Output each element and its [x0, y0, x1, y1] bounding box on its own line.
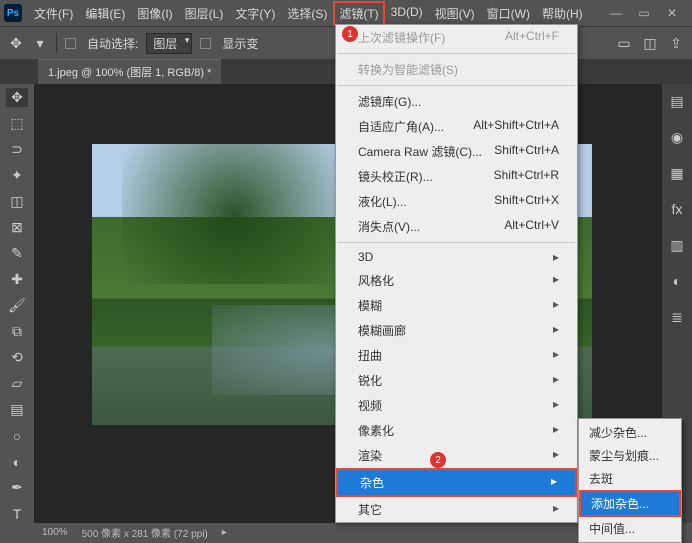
menu-divider [338, 242, 575, 243]
titlebar: Ps 文件(F) 编辑(E) 图像(I) 图层(L) 文字(Y) 选择(S) 滤… [0, 0, 692, 26]
menu-liquify[interactable]: 液化(L)...Shift+Ctrl+X [336, 189, 577, 214]
libraries-icon[interactable]: ▥ [666, 234, 688, 256]
type-tool[interactable]: T [6, 504, 28, 523]
menu-noise-sub[interactable]: 杂色 [338, 470, 575, 495]
brush-tool[interactable]: 🖌 [6, 296, 28, 315]
status-chevron-icon[interactable]: ▸ [222, 527, 227, 538]
layers-icon[interactable]: ≣ [666, 306, 688, 328]
menu-window[interactable]: 窗口(W) [481, 1, 536, 26]
submenu-median[interactable]: 中间值... [579, 517, 681, 540]
annotation-badge-2: 2 [430, 452, 446, 468]
gradient-tool[interactable]: ▤ [6, 400, 28, 419]
dodge-tool[interactable]: ◐ [6, 452, 28, 471]
mode-icon[interactable]: ◫ [642, 35, 658, 51]
doc-dimensions: 500 像素 x 281 像素 (72 ppi) [82, 525, 208, 540]
show-transform-checkbox[interactable] [200, 38, 211, 49]
menu-last-filter: 上次滤镜操作(F)Alt+Ctrl+F [336, 25, 577, 50]
heal-tool[interactable]: ✚ [6, 270, 28, 289]
noise-submenu: 减少杂色... 蒙尘与划痕... 去斑 添加杂色... 中间值... [578, 418, 682, 543]
menu-smart-filter: 转换为智能滤镜(S) [336, 57, 577, 82]
menu-lens-correction[interactable]: 镜头校正(R)...Shift+Ctrl+R [336, 164, 577, 189]
menu-view[interactable]: 视图(V) [429, 1, 481, 26]
auto-select-label: 自动选择: [87, 35, 138, 52]
auto-select-checkbox[interactable] [65, 38, 76, 49]
menu-other-sub[interactable]: 其它 [336, 497, 577, 522]
panel-icon[interactable]: ▤ [666, 90, 688, 112]
submenu-dust-scratches[interactable]: 蒙尘与划痕... [579, 444, 681, 467]
stamp-tool[interactable]: ⧉ [6, 322, 28, 341]
menu-filter[interactable]: 滤镜(T) [333, 1, 384, 26]
highlight-box-noise: 杂色 [336, 468, 577, 497]
crop-tool[interactable]: ◫ [6, 192, 28, 211]
menu-divider [338, 85, 575, 86]
move-tool-icon: ✥ [8, 35, 24, 51]
marquee-tool[interactable]: ⬚ [6, 114, 28, 133]
maximize-button[interactable]: ▭ [638, 6, 650, 20]
menu-distort-sub[interactable]: 扭曲 [336, 343, 577, 368]
zoom-level[interactable]: 100% [42, 527, 68, 538]
menu-video-sub[interactable]: 视频 [336, 393, 577, 418]
menu-camera-raw[interactable]: Camera Raw 滤镜(C)...Shift+Ctrl+A [336, 139, 577, 164]
layer-dropdown[interactable]: 图层 [146, 33, 192, 54]
submenu-reduce-noise[interactable]: 减少杂色... [579, 421, 681, 444]
share-icon[interactable]: ⇪ [668, 35, 684, 51]
filter-menu-popup: 上次滤镜操作(F)Alt+Ctrl+F 转换为智能滤镜(S) 滤镜库(G)...… [335, 24, 578, 523]
divider [56, 33, 57, 53]
menu-vanishing-point[interactable]: 消失点(V)...Alt+Ctrl+V [336, 214, 577, 239]
menu-divider [338, 53, 575, 54]
lasso-tool[interactable]: ⊃ [6, 140, 28, 159]
swatches-icon[interactable]: ▦ [666, 162, 688, 184]
pen-tool[interactable]: ✒ [6, 478, 28, 497]
quick-select-tool[interactable]: ✦ [6, 166, 28, 185]
menu-blur-gallery-sub[interactable]: 模糊画廊 [336, 318, 577, 343]
menu-blur-sub[interactable]: 模糊 [336, 293, 577, 318]
menu-edit[interactable]: 编辑(E) [79, 1, 131, 26]
eraser-tool[interactable]: ▱ [6, 374, 28, 393]
window-controls: — ▭ ✕ [610, 6, 688, 20]
menu-file[interactable]: 文件(F) [28, 1, 79, 26]
history-brush-tool[interactable]: ⟲ [6, 348, 28, 367]
annotation-badge-1: 1 [342, 26, 358, 42]
document-tab[interactable]: 1.jpeg @ 100% (图层 1, RGB/8) * [38, 59, 221, 84]
align-icon[interactable]: ▭ [616, 35, 632, 51]
color-icon[interactable]: ◉ [666, 126, 688, 148]
adjustments-icon[interactable]: ◐ [666, 270, 688, 292]
dropdown-icon[interactable]: ▾ [32, 35, 48, 51]
menu-pixelate-sub[interactable]: 像素化 [336, 418, 577, 443]
menu-sharpen-sub[interactable]: 锐化 [336, 368, 577, 393]
highlight-box-add-noise: 添加杂色... [579, 490, 681, 517]
menu-adaptive-wide[interactable]: 自适应广角(A)...Alt+Shift+Ctrl+A [336, 114, 577, 139]
options-right: ▭ ◫ ⇪ [616, 35, 684, 51]
app-logo: Ps [4, 4, 22, 22]
frame-tool[interactable]: ⊠ [6, 218, 28, 237]
menu-3d-sub[interactable]: 3D [336, 246, 577, 268]
show-transform-label: 显示变 [222, 35, 258, 52]
menu-filter-gallery[interactable]: 滤镜库(G)... [336, 89, 577, 114]
tools-panel: ✥ ⬚ ⊃ ✦ ◫ ⊠ ✎ ✚ 🖌 ⧉ ⟲ ▱ ▤ ○ ◐ ✒ T [0, 84, 34, 523]
fx-icon[interactable]: fx [666, 198, 688, 220]
menu-help[interactable]: 帮助(H) [536, 1, 589, 26]
move-tool[interactable]: ✥ [6, 88, 28, 107]
menu-type[interactable]: 文字(Y) [229, 1, 281, 26]
menubar: 文件(F) 编辑(E) 图像(I) 图层(L) 文字(Y) 选择(S) 滤镜(T… [28, 1, 589, 26]
blur-tool[interactable]: ○ [6, 426, 28, 445]
close-button[interactable]: ✕ [666, 6, 678, 20]
submenu-add-noise[interactable]: 添加杂色... [581, 492, 679, 515]
status-bar: 100% 500 像素 x 281 像素 (72 ppi) ▸ [34, 523, 662, 541]
menu-layer[interactable]: 图层(L) [179, 1, 230, 26]
menu-select[interactable]: 选择(S) [281, 1, 333, 26]
eyedropper-tool[interactable]: ✎ [6, 244, 28, 263]
minimize-button[interactable]: — [610, 6, 622, 20]
menu-3d[interactable]: 3D(D) [385, 1, 429, 26]
menu-stylize-sub[interactable]: 风格化 [336, 268, 577, 293]
menu-render-sub[interactable]: 渲染 [336, 443, 577, 468]
submenu-despeckle[interactable]: 去斑 [579, 467, 681, 490]
menu-image[interactable]: 图像(I) [131, 1, 178, 26]
